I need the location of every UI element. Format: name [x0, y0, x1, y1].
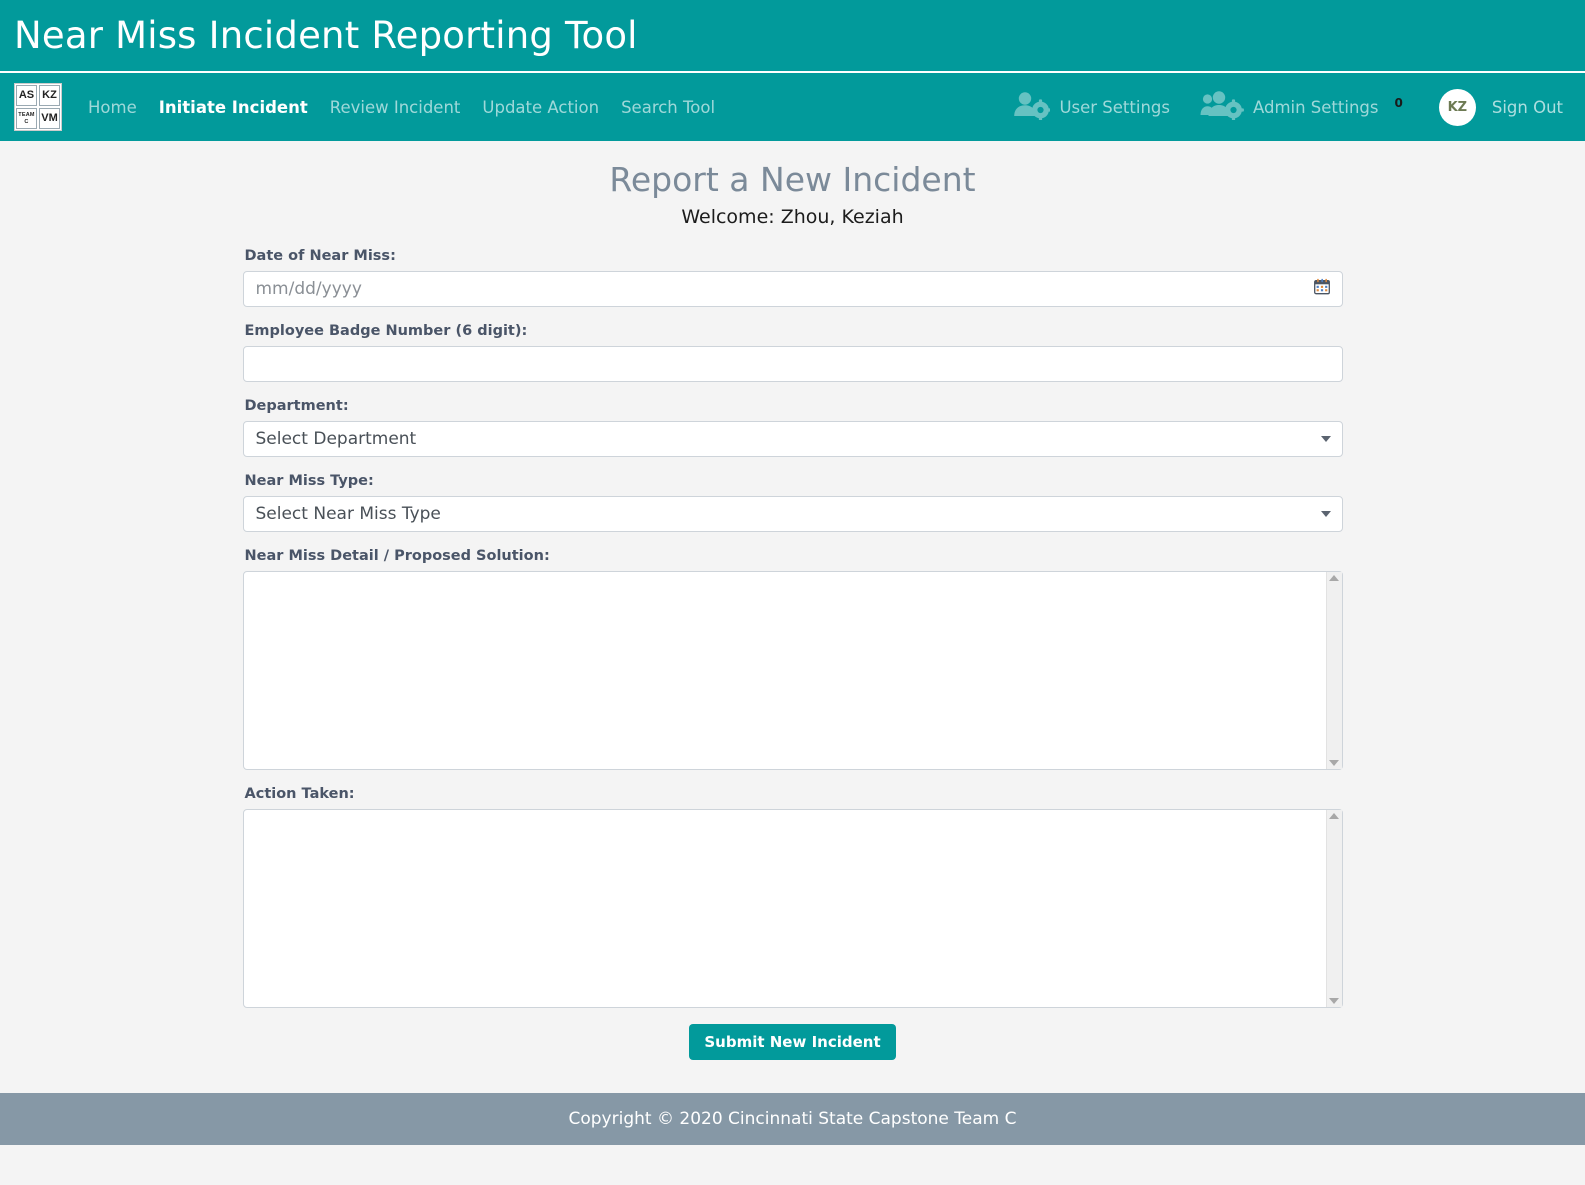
page-title: Report a New Incident [609, 160, 976, 199]
incident-form: Date of Near Miss: mm/dd/yyyy Employee B… [242, 248, 1343, 1061]
logo-cell-vm: VM [39, 108, 60, 129]
label-near-miss-type: Near Miss Type: [244, 473, 374, 490]
submit-new-incident-button[interactable]: Submit New Incident [689, 1024, 896, 1061]
label-employee-badge-number: Employee Badge Number (6 digit): [244, 323, 528, 340]
field-action-taken: Action Taken: [242, 786, 1343, 1009]
nav-item-initiate-incident[interactable]: Initiate Incident [159, 98, 308, 117]
navbar-right-group: User Settings Admin Settings 0 KZ Sign O… [982, 88, 1571, 126]
brand-logo[interactable]: AS KZ TEAM C VM [14, 83, 62, 131]
calendar-icon[interactable] [1313, 279, 1330, 300]
chevron-down-icon [1320, 436, 1331, 443]
logo-team-line2: C [24, 118, 29, 125]
main-navbar: AS KZ TEAM C VM Home Initiate Incident R… [0, 73, 1585, 141]
label-department: Department: [244, 398, 349, 415]
near-miss-detail-scrollbar[interactable] [1325, 572, 1342, 770]
copyright-text: Copyright © 2020 Cincinnati State Capsto… [568, 1109, 1017, 1129]
employee-badge-input[interactable] [242, 346, 1343, 383]
chevron-down-icon [1320, 511, 1331, 518]
logo-cell-team-c: TEAM C [16, 108, 37, 129]
action-taken-textarea[interactable] [242, 809, 1343, 1009]
department-selected-value: Select Department [255, 429, 417, 450]
field-near-miss-detail: Near Miss Detail / Proposed Solution: [242, 548, 1343, 771]
nav-item-review-incident[interactable]: Review Incident [330, 98, 461, 117]
near-miss-type-select[interactable]: Select Near Miss Type [242, 496, 1343, 533]
label-near-miss-detail: Near Miss Detail / Proposed Solution: [244, 548, 550, 565]
department-select[interactable]: Select Department [242, 421, 1343, 458]
admin-settings-label: Admin Settings [1252, 97, 1379, 117]
field-employee-badge-number: Employee Badge Number (6 digit): [242, 323, 1343, 383]
page-footer: Copyright © 2020 Cincinnati State Capsto… [0, 1093, 1585, 1145]
action-taken-scrollbar[interactable] [1325, 810, 1342, 1008]
sign-out-button[interactable]: Sign Out [1492, 98, 1563, 117]
notification-badge: 0 [1394, 96, 1403, 110]
nav-item-search-tool[interactable]: Search Tool [621, 98, 715, 117]
nav-links: Home Initiate Incident Review Incident U… [88, 98, 715, 117]
avatar[interactable]: KZ [1438, 88, 1476, 126]
near-miss-type-selected-value: Select Near Miss Type [255, 504, 441, 525]
app-title: Near Miss Incident Reporting Tool [14, 14, 638, 57]
nav-item-home[interactable]: Home [88, 98, 137, 117]
date-input[interactable]: mm/dd/yyyy [242, 271, 1343, 308]
users-gear-icon [1200, 90, 1244, 124]
field-department: Department: Select Department [242, 398, 1343, 458]
app-titlebar: Near Miss Incident Reporting Tool [0, 0, 1585, 73]
near-miss-detail-value[interactable] [244, 572, 1326, 769]
logo-cell-as: AS [16, 85, 37, 106]
user-settings-label: User Settings [1059, 97, 1170, 117]
scroll-up-icon[interactable] [1329, 575, 1339, 582]
field-near-miss-type: Near Miss Type: Select Near Miss Type [242, 473, 1343, 533]
field-date-of-near-miss: Date of Near Miss: mm/dd/yyyy [242, 248, 1343, 308]
user-settings-button[interactable]: User Settings [1012, 90, 1170, 124]
welcome-message: Welcome: Zhou, Keziah [681, 206, 904, 229]
logo-cell-kz: KZ [39, 85, 60, 106]
label-date-of-near-miss: Date of Near Miss: [244, 248, 396, 265]
scroll-up-icon[interactable] [1329, 813, 1339, 820]
label-action-taken: Action Taken: [244, 786, 355, 803]
near-miss-detail-textarea[interactable] [242, 571, 1343, 771]
submit-row: Submit New Incident [243, 1024, 1343, 1061]
date-input-placeholder: mm/dd/yyyy [255, 279, 362, 300]
user-gear-icon [1012, 90, 1052, 124]
scroll-down-icon[interactable] [1329, 760, 1339, 767]
scroll-down-icon[interactable] [1329, 998, 1339, 1005]
admin-settings-button[interactable]: Admin Settings 0 [1200, 90, 1403, 124]
main-content: Report a New Incident Welcome: Zhou, Kez… [0, 141, 1585, 1093]
action-taken-value[interactable] [244, 810, 1326, 1007]
nav-item-update-action[interactable]: Update Action [482, 98, 599, 117]
